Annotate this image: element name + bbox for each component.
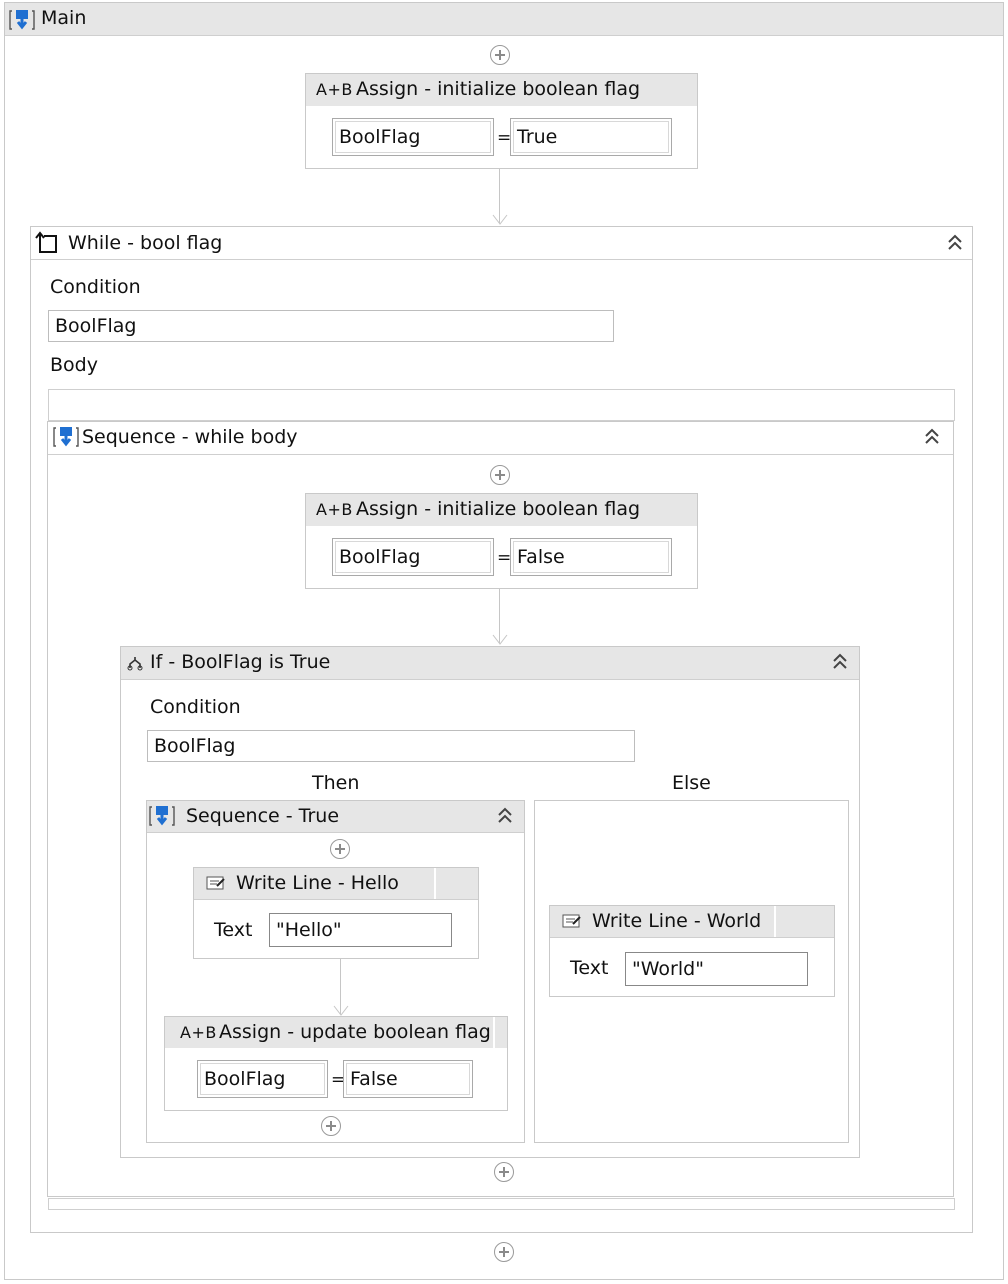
write-line-icon [206,876,225,890]
text-input[interactable]: "World" [625,952,808,986]
sequence-icon [9,10,35,30]
text-label: Text [214,919,253,941]
assign-value-field[interactable]: False [510,538,672,576]
write-line-header[interactable]: Write Line - Hello [194,868,478,900]
write-line-icon [562,914,581,928]
assign-icon: A+B [316,80,353,99]
while-title: While - bool flag [68,232,223,254]
add-activity-button[interactable] [490,465,510,485]
write-line-activity[interactable]: Write Line - World Text "World" [549,905,835,997]
while-loop-icon [35,231,57,253]
while-header[interactable]: While - bool flag [31,227,972,260]
if-condition-label: Condition [150,696,241,718]
add-activity-button[interactable] [490,45,510,65]
text-input[interactable]: "Hello" [269,913,452,947]
write-line-title: Write Line - Hello [236,872,399,894]
assign-header[interactable]: A+B Assign - update boolean flag [165,1017,507,1048]
assign-title: Assign - initialize boolean flag [356,498,641,520]
sequence-icon [149,806,175,826]
add-activity-button[interactable] [330,839,350,859]
assign-activity[interactable]: A+B Assign - initialize boolean flag Boo… [305,493,698,589]
assign-target-field[interactable]: BoolFlag [197,1060,328,1098]
while-body-drop-area[interactable] [48,389,955,421]
add-activity-button[interactable] [321,1116,341,1136]
sequence-title: Sequence - True [186,805,340,827]
assign-activity[interactable]: A+B Assign - update boolean flag BoolFla… [164,1016,508,1111]
assign-target-field[interactable]: BoolFlag [332,538,494,576]
assign-target-field[interactable]: BoolFlag [332,118,494,156]
assign-value-field[interactable]: False [343,1060,473,1098]
collapse-icon[interactable] [946,233,964,253]
if-branch-icon [127,657,143,671]
assign-icon: A+B [180,1023,217,1042]
collapse-icon[interactable] [496,806,514,826]
while-body-label: Body [50,354,98,376]
sequence-title: Sequence - while body [82,426,298,448]
assign-header[interactable]: A+B Assign - initialize boolean flag [306,74,697,106]
else-label: Else [672,772,711,794]
add-activity-button[interactable] [494,1242,514,1262]
sequence-icon [53,427,79,447]
assign-title: Assign - initialize boolean flag [356,78,641,100]
sequence-header[interactable]: Sequence - True [147,801,524,833]
assign-value-field[interactable]: True [510,118,672,156]
assign-icon: A+B [316,500,353,519]
main-header[interactable]: Main [5,3,1003,36]
write-line-title: Write Line - World [592,910,762,932]
if-condition-input[interactable]: BoolFlag [147,730,635,762]
if-header[interactable]: If - BoolFlag is True [121,647,859,680]
connector-arrow [492,634,508,645]
while-condition-input[interactable]: BoolFlag [48,310,614,342]
sequence-header[interactable]: Sequence - while body [48,422,953,455]
then-label: Then [312,772,360,794]
assign-header[interactable]: A+B Assign - initialize boolean flag [306,494,697,526]
write-line-activity[interactable]: Write Line - Hello Text "Hello" [193,867,479,959]
collapse-icon[interactable] [831,652,849,672]
main-title: Main [41,7,87,29]
if-title: If - BoolFlag is True [150,651,331,673]
write-line-header[interactable]: Write Line - World [550,906,834,938]
assign-activity[interactable]: A+B Assign - initialize boolean flag Boo… [305,73,698,169]
collapse-icon[interactable] [923,427,941,447]
while-body-footer [48,1198,955,1210]
add-activity-button[interactable] [494,1162,514,1182]
assign-title: Assign - update boolean flag [219,1021,491,1043]
text-label: Text [570,957,609,979]
while-condition-label: Condition [50,276,141,298]
connector-arrow [492,214,508,225]
